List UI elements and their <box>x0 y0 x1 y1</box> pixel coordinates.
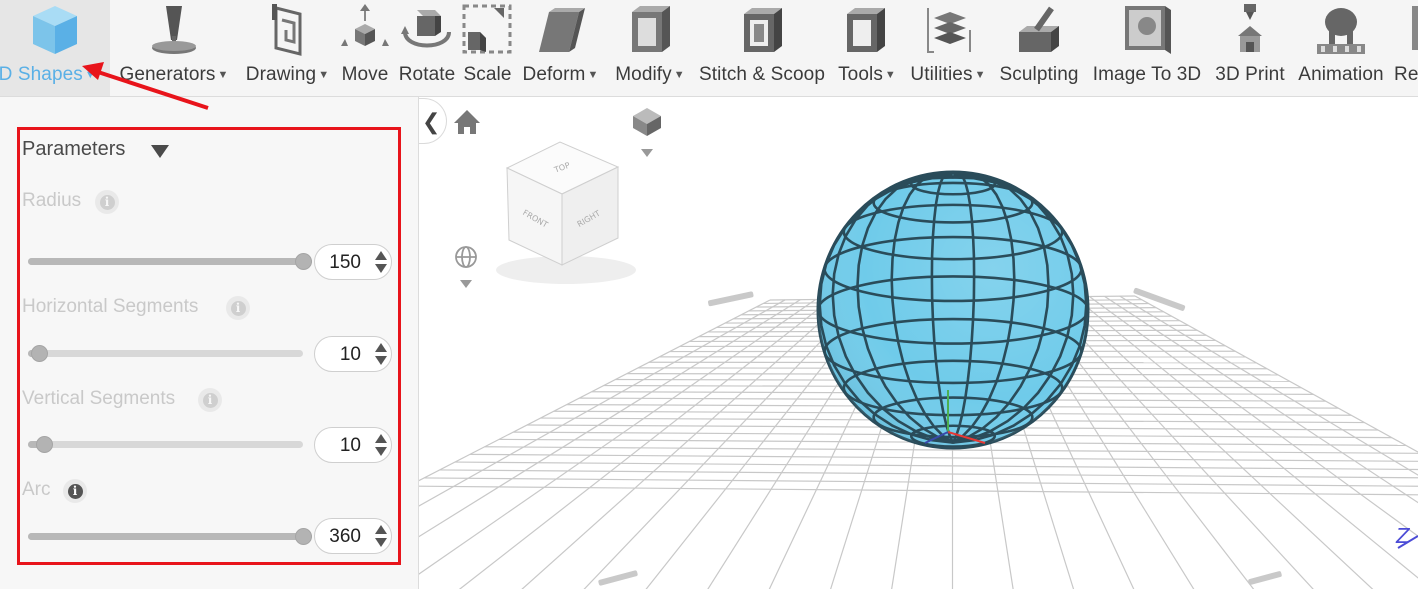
annotation-arrow <box>82 62 209 110</box>
